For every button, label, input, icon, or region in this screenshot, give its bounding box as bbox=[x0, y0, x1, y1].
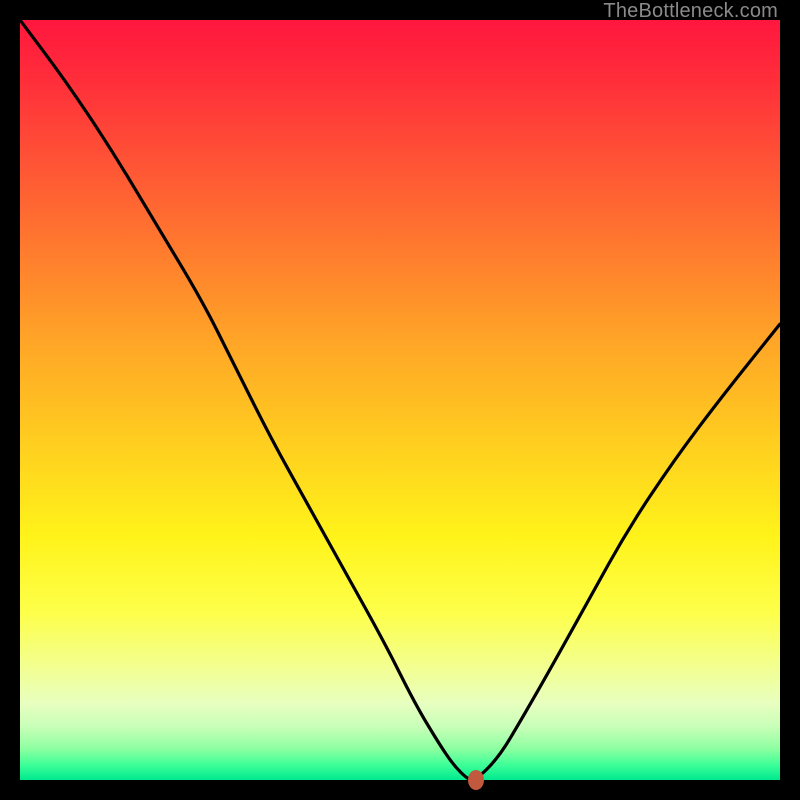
optimal-point-marker bbox=[468, 770, 484, 790]
bottleneck-curve bbox=[20, 20, 780, 780]
chart-frame: TheBottleneck.com bbox=[0, 0, 800, 800]
plot-area bbox=[20, 20, 780, 780]
